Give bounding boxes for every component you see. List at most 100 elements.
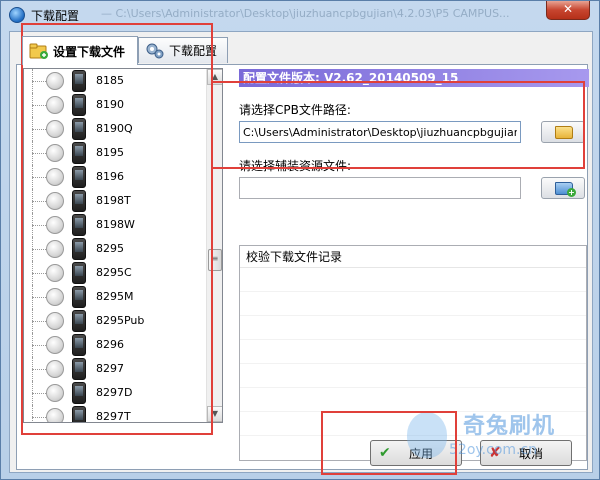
cpb-path-label: 请选择CPB文件路径: [239,103,351,117]
tree-branch [32,345,46,346]
list-item[interactable]: 8295Pub [24,309,206,333]
download-config-window: 下载配置 — C:\Users\Administrator\Desktop\ji… [0,0,600,480]
tree-branch [32,273,46,274]
window-title-path: — C:\Users\Administrator\Desktop\jiuzhua… [101,7,510,20]
tree-branch [32,321,46,322]
phone-icon [72,358,86,380]
radio-button[interactable] [46,336,64,354]
close-button[interactable]: ✕ [546,1,590,20]
tree-line [32,405,33,422]
title-bar[interactable]: 下载配置 — C:\Users\Administrator\Desktop\ji… [1,1,599,29]
app-globe-icon [9,7,25,23]
list-item[interactable]: 8295C [24,261,206,285]
list-item-label: 8296 [96,338,124,351]
list-item[interactable]: 8296 [24,333,206,357]
list-item[interactable]: 8295 [24,237,206,261]
phone-icon [72,406,86,422]
radio-button[interactable] [46,168,64,186]
scroll-thumb[interactable]: ≡ [208,249,222,271]
radio-button[interactable] [46,96,64,114]
checkmark-icon: ✔ [379,445,391,461]
phone-icon [72,238,86,260]
record-row [240,364,586,388]
phone-icon [72,334,86,356]
list-item[interactable]: 8185 [24,69,206,93]
record-row [240,412,586,436]
phone-icon [72,286,86,308]
tab-set-download-files[interactable]: 设置下载文件 [22,36,138,65]
radio-button[interactable] [46,120,64,138]
radio-button[interactable] [46,408,64,422]
phone-icon [72,214,86,236]
list-item[interactable]: 8297T [24,405,206,422]
model-list-items: 8185 8190 8190Q 8195 8196 8198T 8198W 8295 8295C… [24,69,206,422]
list-item-label: 8196 [96,170,124,183]
radio-button[interactable] [46,312,64,330]
download-record-list[interactable]: 校验下载文件记录 [239,245,587,461]
radio-button[interactable] [46,144,64,162]
radio-button[interactable] [46,384,64,402]
list-item-label: 8295C [96,266,132,279]
tree-branch [32,297,46,298]
phone-icon [72,166,86,188]
list-item[interactable]: 8195 [24,141,206,165]
tab-download-config[interactable]: 下载配置 [138,37,228,63]
model-list[interactable]: 8185 8190 8190Q 8195 8196 8198T 8198W 8295 8295C… [23,68,223,423]
resource-file-label: 请选择辅装资源文件: [239,159,352,173]
folder-add-icon [29,43,48,59]
phone-icon [72,262,86,284]
tree-branch [32,201,46,202]
list-item-label: 8185 [96,74,124,87]
cancel-label: 取消 [519,446,544,461]
apply-label: 应用 [409,446,434,461]
list-item[interactable]: 8198W [24,213,206,237]
radio-button[interactable] [46,72,64,90]
tree-branch [32,393,46,394]
list-item[interactable]: 8297D [24,381,206,405]
list-item-label: 8297D [96,386,133,399]
radio-button[interactable] [46,240,64,258]
window-title: 下载配置 [31,9,80,23]
scroll-up-arrow-icon[interactable]: ▲ [207,69,222,85]
cancel-button[interactable]: ✘ 取消 [480,440,572,466]
list-item[interactable]: 8190Q [24,117,206,141]
tab-label: 设置下载文件 [53,44,126,59]
list-item-label: 8190 [96,98,124,111]
phone-icon [72,310,86,332]
radio-button[interactable] [46,288,64,306]
tree-branch [32,417,46,418]
radio-button[interactable] [46,192,64,210]
radio-button[interactable] [46,216,64,234]
radio-button[interactable] [46,264,64,282]
plus-icon: + [567,188,576,197]
list-item-label: 8297 [96,362,124,375]
apply-button[interactable]: ✔ 应用 [370,440,462,466]
list-item-label: 8198T [96,194,131,207]
tree-branch [32,153,46,154]
record-header: 校验下载文件记录 [240,246,586,268]
browse-cpb-button[interactable] [541,121,585,143]
list-item-label: 8190Q [96,122,133,135]
phone-icon [72,118,86,140]
record-row [240,268,586,292]
list-item[interactable]: 8196 [24,165,206,189]
phone-icon [72,190,86,212]
resource-file-input[interactable] [239,177,521,199]
tree-branch [32,177,46,178]
tree-branch [32,249,46,250]
model-list-scrollbar[interactable]: ▲ ≡ ▼ [206,69,222,422]
list-item[interactable]: 8297 [24,357,206,381]
radio-button[interactable] [46,360,64,378]
record-row [240,316,586,340]
tree-branch [32,105,46,106]
record-row [240,340,586,364]
list-item[interactable]: 8198T [24,189,206,213]
cancel-x-icon: ✘ [489,445,501,461]
cpb-path-input[interactable] [239,121,521,143]
list-item[interactable]: 8190 [24,93,206,117]
browse-resource-button[interactable]: + [541,177,585,199]
config-version-banner: 配置文件版本: V2.62_20140509_15 [239,69,589,87]
list-item[interactable]: 8295M [24,285,206,309]
list-item-label: 8198W [96,218,135,231]
scroll-down-arrow-icon[interactable]: ▼ [207,406,222,422]
